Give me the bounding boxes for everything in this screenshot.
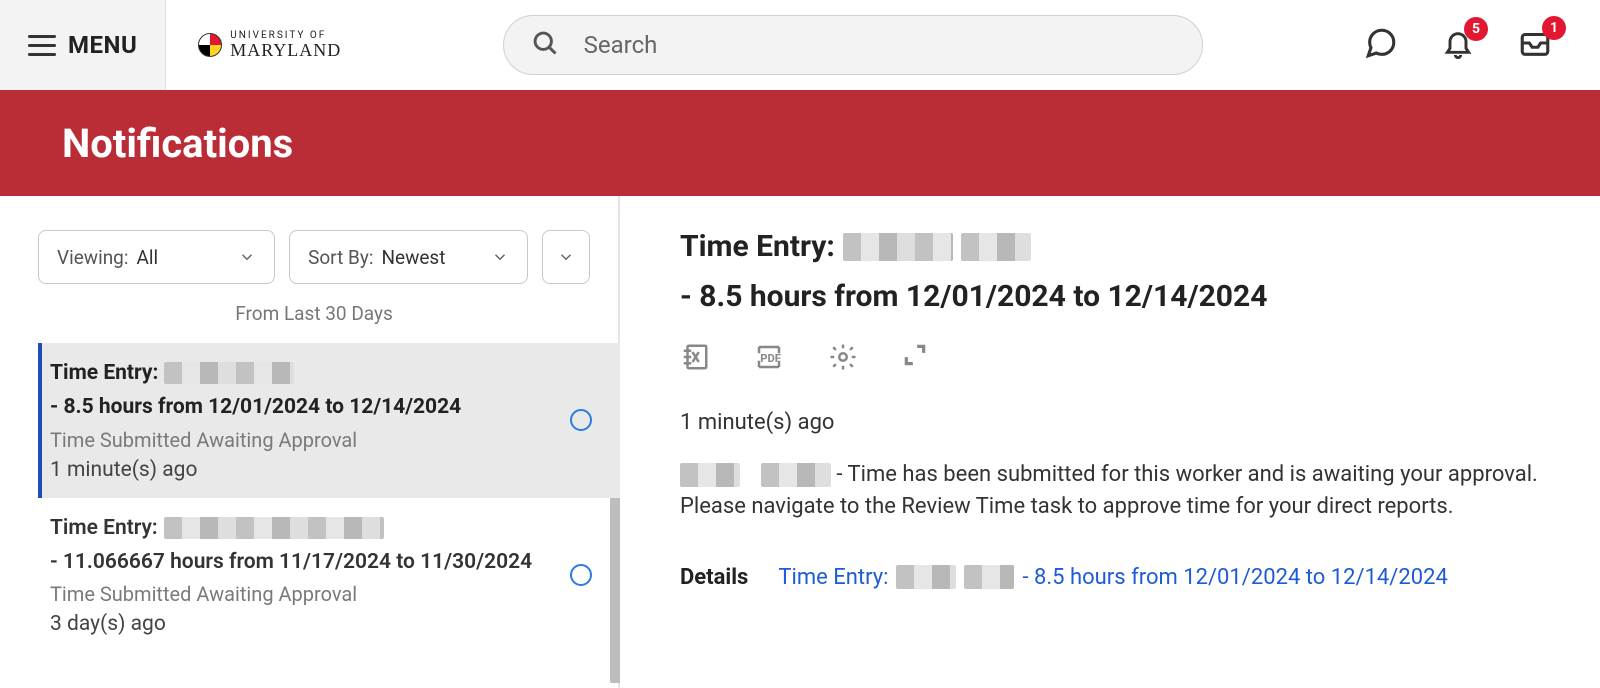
redacted-name — [843, 233, 953, 261]
chevron-down-icon — [238, 248, 256, 266]
list-item[interactable]: Time Entry: - 11.066667 hours from 11/17… — [38, 498, 620, 653]
chat-button[interactable] — [1364, 26, 1398, 64]
page-title: Notifications — [62, 120, 293, 167]
menu-label: MENU — [68, 31, 137, 59]
link-suffix: - 8.5 hours from 12/01/2024 to 12/14/202… — [1022, 565, 1447, 590]
title-suffix: - 8.5 hours from 12/01/2024 to 12/14/202… — [50, 393, 461, 421]
list-item-title: Time Entry: - 11.066667 hours from 11/17… — [50, 514, 560, 577]
detail-title-suffix: - 8.5 hours from 12/01/2024 to 12/14/202… — [680, 276, 1267, 318]
redacted-name — [961, 233, 1031, 261]
export-excel-button[interactable] — [680, 342, 710, 376]
redacted-name — [964, 565, 1014, 589]
detail-title-prefix: Time Entry: — [680, 226, 835, 268]
viewing-value: All — [136, 246, 158, 269]
export-pdf-button[interactable]: PDF — [754, 342, 784, 376]
search-input[interactable] — [503, 15, 1203, 75]
sortby-dropdown[interactable]: Sort By: Newest — [289, 230, 528, 284]
chat-icon — [1364, 26, 1398, 60]
details-label: Details — [680, 565, 748, 590]
notification-list-pane: Viewing: All Sort By: Newest From Last 3… — [0, 196, 620, 688]
chevron-down-icon — [491, 248, 509, 266]
inbox-badge: 1 — [1542, 16, 1566, 40]
list-item[interactable]: Time Entry: - 8.5 hours from 12/01/2024 … — [38, 343, 620, 498]
logo-text: UNIVERSITY OF MARYLAND — [230, 31, 341, 59]
more-filters-dropdown[interactable] — [542, 230, 590, 284]
excel-icon — [680, 342, 710, 372]
md-seal-icon — [198, 33, 222, 57]
expand-icon — [902, 342, 928, 368]
detail-message: - Time has been submitted for this worke… — [680, 459, 1570, 523]
viewing-dropdown[interactable]: Viewing: All — [38, 230, 275, 284]
header-actions: 5 1 — [1364, 26, 1600, 64]
search-icon — [531, 29, 559, 61]
list-item-title: Time Entry: - 8.5 hours from 12/01/2024 … — [50, 359, 560, 422]
chevron-down-icon — [557, 248, 575, 266]
menu-button[interactable]: MENU — [0, 0, 166, 90]
fullscreen-button[interactable] — [902, 342, 928, 376]
redacted-name — [164, 362, 294, 384]
detail-timestamp: 1 minute(s) ago — [680, 410, 1570, 435]
link-prefix: Time Entry: — [778, 565, 888, 590]
redacted-name — [164, 517, 384, 539]
detail-toolbar: PDF — [680, 342, 1570, 376]
detail-title: Time Entry: - 8.5 hours from 12/01/2024 … — [680, 226, 1570, 318]
logo-bottom: MARYLAND — [230, 41, 341, 59]
list-item-timestamp: 1 minute(s) ago — [50, 458, 560, 482]
redacted-name — [761, 463, 831, 487]
viewing-label: Viewing: — [57, 246, 128, 269]
content: Viewing: All Sort By: Newest From Last 3… — [0, 196, 1600, 688]
list-item-timestamp: 3 day(s) ago — [50, 612, 560, 636]
notification-list: Time Entry: - 8.5 hours from 12/01/2024 … — [38, 343, 620, 683]
svg-text:PDF: PDF — [760, 352, 781, 365]
title-suffix: - 11.066667 hours from 11/17/2024 to 11/… — [50, 548, 532, 576]
settings-button[interactable] — [828, 342, 858, 376]
title-prefix: Time Entry: — [50, 514, 158, 542]
bell-badge: 5 — [1464, 17, 1488, 41]
pdf-icon: PDF — [754, 342, 784, 372]
list-item-status: Time Submitted Awaiting Approval — [50, 428, 560, 452]
page-banner: Notifications — [0, 90, 1600, 196]
details-link[interactable]: Time Entry: - 8.5 hours from 12/01/2024 … — [778, 565, 1448, 590]
date-range-hint: From Last 30 Days — [38, 302, 620, 325]
list-item-status: Time Submitted Awaiting Approval — [50, 582, 560, 606]
search-wrap — [503, 15, 1203, 75]
redacted-name — [680, 463, 740, 487]
notification-detail-pane: Time Entry: - 8.5 hours from 12/01/2024 … — [620, 196, 1600, 688]
org-logo[interactable]: UNIVERSITY OF MARYLAND — [198, 31, 341, 59]
unread-indicator[interactable] — [570, 409, 592, 431]
hamburger-icon — [28, 35, 56, 56]
notifications-button[interactable]: 5 — [1442, 27, 1474, 63]
sortby-label: Sort By: — [308, 246, 373, 269]
unread-indicator[interactable] — [570, 564, 592, 586]
redacted-name — [896, 565, 956, 589]
inbox-button[interactable]: 1 — [1518, 26, 1552, 64]
details-row: Details Time Entry: - 8.5 hours from 12/… — [680, 565, 1570, 590]
title-prefix: Time Entry: — [50, 359, 158, 387]
app-header: MENU UNIVERSITY OF MARYLAND 5 — [0, 0, 1600, 90]
gear-icon — [828, 342, 858, 372]
sortby-value: Newest — [381, 246, 445, 269]
filter-bar: Viewing: All Sort By: Newest — [38, 230, 620, 284]
